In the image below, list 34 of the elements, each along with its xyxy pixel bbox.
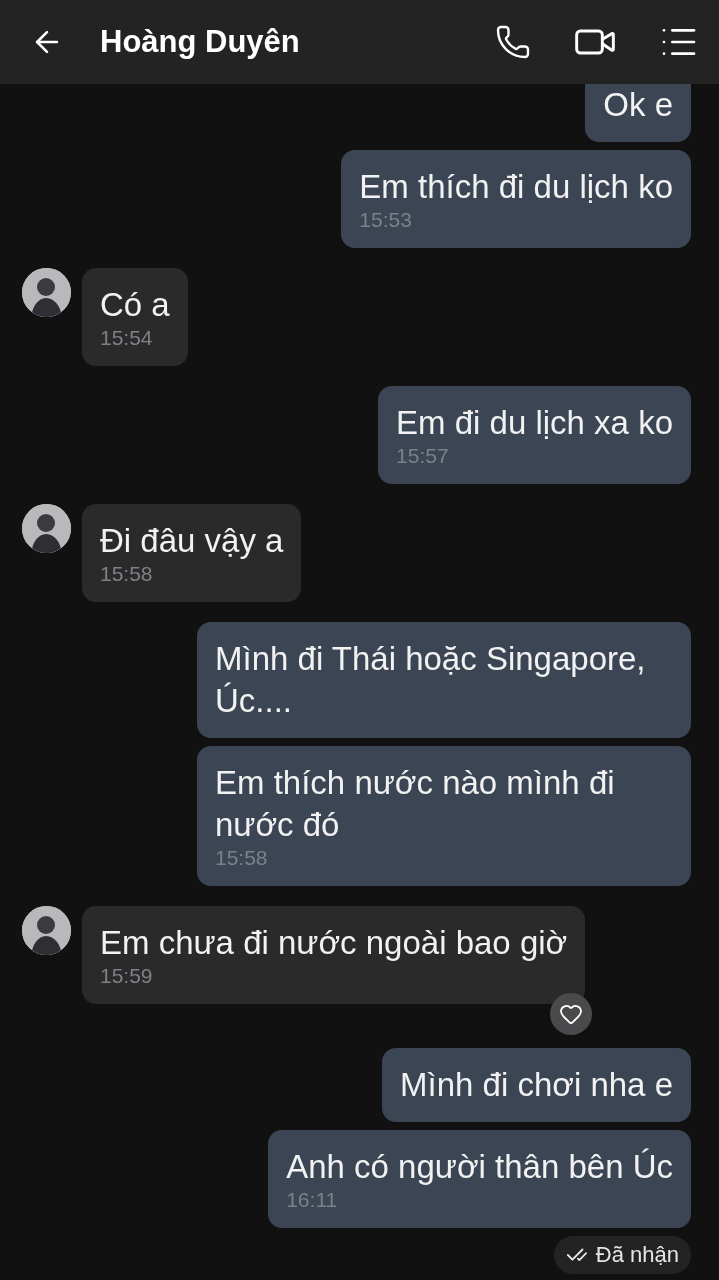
message-time: 16:11 [286,1188,339,1212]
delivery-status-text: Đã nhận [595,1242,679,1268]
message-bubble[interactable]: Ok e [585,84,691,142]
message-text: Em thích nước nào mình đi nước đó [215,763,616,845]
heart-reaction-icon[interactable] [550,993,592,1035]
message-text: Em chưa đi nước ngoài bao giờ [100,923,568,963]
contact-name: Hoàng Duyên [100,24,301,60]
message-bubble[interactable]: Em đi du lịch xa ko 15:57 [378,386,691,484]
avatar [22,504,71,553]
message-bubble[interactable]: Em chưa đi nước ngoài bao giờ 15:59 [82,906,586,1004]
message-bubble[interactable]: Mình đi chơi nha e [382,1048,691,1122]
phone-icon[interactable] [495,24,531,60]
message-bubble[interactable]: Mình đi Thái hoặc Singapore, Úc.... [197,622,691,738]
message-text: Mình đi chơi nha e [400,1065,673,1105]
message-time: 15:58 [100,562,154,586]
message-bubble[interactable]: Anh có người thân bên Úc 16:11 [268,1130,691,1228]
message-time: 15:57 [396,444,450,468]
message-text: Anh có người thân bên Úc [286,1147,673,1187]
avatar [22,906,71,955]
message-bubble[interactable]: Em thích đi du lịch ko 15:53 [341,150,691,248]
message-text: Đi đâu vậy a [100,521,284,561]
message-time: 15:59 [100,964,154,988]
avatar [22,268,71,317]
message-bubble[interactable]: Em thích nước nào mình đi nước đó 15:58 [197,746,691,886]
message-text: Em đi du lịch xa ko [396,403,673,443]
message-text: Em thích đi du lịch ko [359,167,673,207]
message-time: 15:54 [100,326,154,350]
message-time: 15:53 [359,208,413,232]
message-text: Ok e [603,85,673,125]
message-bubble[interactable]: Có a 15:54 [82,268,188,366]
message-text: Có a [100,285,170,325]
message-time: 15:58 [215,846,269,870]
message-bubble[interactable]: Đi đâu vậy a 15:58 [82,504,302,602]
message-text: Mình đi Thái hoặc Singapore, Úc.... [215,639,647,721]
